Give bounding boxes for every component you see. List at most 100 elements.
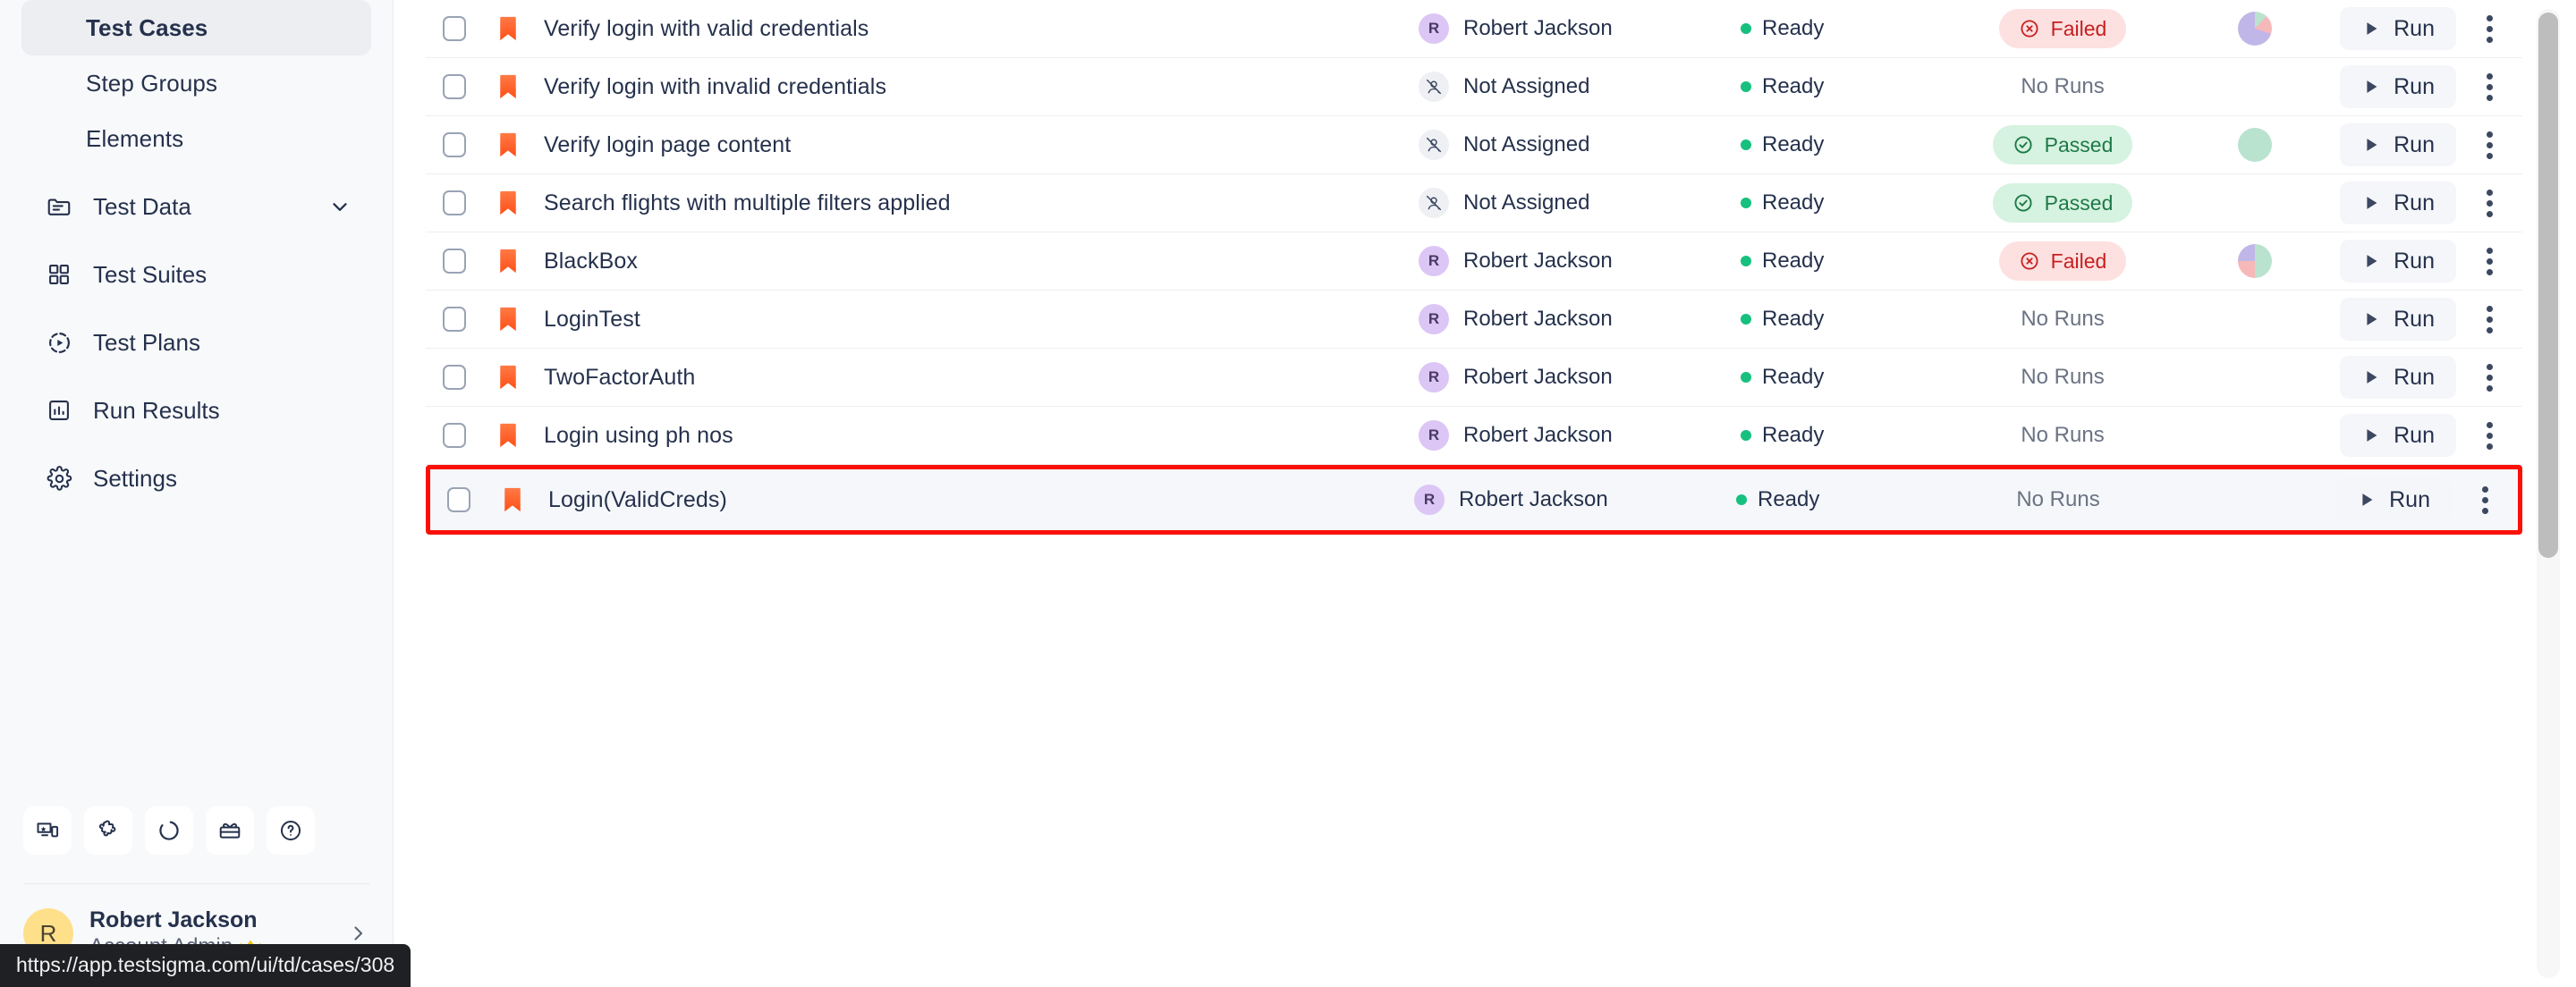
assignee-cell[interactable]: R Robert Jackson: [1419, 420, 1741, 451]
bookmark-flag-icon[interactable]: [483, 306, 533, 333]
run-button[interactable]: Run: [2340, 298, 2456, 341]
sidebar-item-step-groups[interactable]: Step Groups: [21, 55, 371, 111]
help-question-icon-button[interactable]: [267, 806, 315, 855]
run-button[interactable]: Run: [2340, 356, 2456, 399]
table-row[interactable]: Verify login with valid credentials R Robe…: [426, 0, 2522, 58]
gift-icon-button[interactable]: [206, 806, 254, 855]
test-case-name[interactable]: Search flights with multiple filters app…: [533, 190, 1419, 216]
progress-circle-icon-button[interactable]: [145, 806, 193, 855]
sidebar-item-test-suites[interactable]: Test Suites: [21, 247, 371, 302]
row-checkbox[interactable]: [443, 74, 466, 99]
sidebar-item-test-cases[interactable]: Test Cases: [21, 0, 371, 55]
assignee-cell[interactable]: Not Assigned: [1419, 188, 1741, 218]
sidebar-item-elements[interactable]: Elements: [21, 111, 371, 166]
run-button[interactable]: Run: [2335, 478, 2452, 521]
table-row[interactable]: Search flights with multiple filters app…: [426, 174, 2522, 232]
run-button[interactable]: Run: [2340, 181, 2456, 224]
table-row[interactable]: LoginTest R Robert Jackson Ready No Runs Run: [426, 291, 2522, 349]
table-row[interactable]: TwoFactorAuth R Robert Jackson Ready No Runs…: [426, 349, 2522, 407]
play-icon: [2361, 367, 2381, 387]
row-checkbox[interactable]: [443, 16, 466, 41]
row-checkbox[interactable]: [443, 249, 466, 274]
row-more-menu-button[interactable]: [2456, 363, 2522, 392]
status-cell[interactable]: Ready: [1741, 132, 1928, 157]
status-cell[interactable]: Ready: [1741, 423, 1928, 448]
bookmark-flag-icon[interactable]: [483, 422, 533, 449]
row-checkbox[interactable]: [447, 487, 470, 512]
app-root: Test Cases Step Groups Elements Test Dat…: [0, 0, 2576, 987]
row-checkbox[interactable]: [443, 365, 466, 390]
table-row[interactable]: Login(ValidCreds) R Robert Jackson Ready No …: [426, 465, 2522, 535]
assignee-cell[interactable]: Not Assigned: [1419, 130, 1741, 160]
bookmark-flag-icon[interactable]: [483, 364, 533, 391]
status-dot: [1741, 23, 1751, 34]
bookmark-flag-icon[interactable]: [483, 131, 533, 158]
bookmark-flag-icon[interactable]: [483, 248, 533, 274]
row-checkbox[interactable]: [443, 423, 466, 448]
status-cell[interactable]: Ready: [1736, 487, 1924, 512]
assignee-cell[interactable]: R Robert Jackson: [1419, 304, 1741, 334]
table-row[interactable]: Verify login page content Not Assigned Rea…: [426, 116, 2522, 174]
assignee-cell[interactable]: R Robert Jackson: [1419, 362, 1741, 392]
test-case-name[interactable]: Login(ValidCreds): [538, 487, 1414, 513]
sidebar-item-label: Settings: [93, 464, 177, 492]
table-row[interactable]: BlackBox R Robert Jackson Ready Failed Run: [426, 232, 2522, 291]
row-more-menu-button[interactable]: [2456, 72, 2522, 101]
test-case-name[interactable]: Verify login with valid credentials: [533, 16, 1419, 42]
assignee-cell[interactable]: R Robert Jackson: [1419, 13, 1741, 44]
sidebar-item-label: Test Cases: [86, 13, 208, 41]
puzzle-extension-icon-button[interactable]: [84, 806, 132, 855]
run-button[interactable]: Run: [2340, 65, 2456, 108]
chevron-down-icon[interactable]: [328, 195, 352, 218]
test-case-name[interactable]: TwoFactorAuth: [533, 365, 1419, 391]
test-case-name[interactable]: Verify login page content: [533, 132, 1419, 158]
status-cell[interactable]: Ready: [1741, 16, 1928, 41]
status-dot: [1741, 198, 1751, 208]
table-row[interactable]: Login using ph nos R Robert Jackson Ready No…: [426, 407, 2522, 465]
play-icon: [2361, 19, 2381, 38]
test-case-name[interactable]: LoginTest: [533, 307, 1419, 333]
scrollbar-thumb[interactable]: [2538, 13, 2558, 558]
test-case-name[interactable]: BlackBox: [533, 249, 1419, 274]
bookmark-flag-icon[interactable]: [483, 15, 533, 42]
row-checkbox[interactable]: [443, 132, 466, 157]
row-more-menu-button[interactable]: [2456, 131, 2522, 159]
run-button[interactable]: Run: [2340, 240, 2456, 283]
row-checkbox[interactable]: [443, 190, 466, 215]
row-more-menu-button[interactable]: [2456, 189, 2522, 217]
chevron-right-icon[interactable]: [346, 922, 369, 945]
row-checkbox[interactable]: [443, 307, 466, 332]
run-cell: Run: [2309, 478, 2452, 521]
row-more-menu-button[interactable]: [2452, 485, 2518, 514]
device-lab-icon-button[interactable]: [23, 806, 72, 855]
sidebar-item-run-results[interactable]: Run Results: [21, 383, 371, 438]
bookmark-flag-icon[interactable]: [487, 486, 538, 513]
run-button[interactable]: Run: [2340, 7, 2456, 50]
row-more-menu-button[interactable]: [2456, 421, 2522, 450]
assignee-cell[interactable]: R Robert Jackson: [1419, 246, 1741, 276]
sidebar-item-test-data[interactable]: Test Data: [21, 179, 371, 234]
run-button[interactable]: Run: [2340, 414, 2456, 457]
assignee-cell[interactable]: Not Assigned: [1419, 72, 1741, 102]
assignee-cell[interactable]: R Robert Jackson: [1414, 485, 1736, 515]
table-row[interactable]: Verify login with invalid credentials Not…: [426, 58, 2522, 116]
status-cell[interactable]: Ready: [1741, 365, 1928, 390]
test-case-name[interactable]: Login using ph nos: [533, 423, 1419, 449]
bookmark-flag-icon[interactable]: [483, 73, 533, 100]
status-cell[interactable]: Ready: [1741, 307, 1928, 332]
row-more-menu-button[interactable]: [2456, 247, 2522, 275]
status-cell[interactable]: Ready: [1741, 74, 1928, 99]
sidebar-item-test-plans[interactable]: Test Plans: [21, 315, 371, 370]
row-more-menu-button[interactable]: [2456, 305, 2522, 333]
more-vertical-icon: [2486, 131, 2493, 159]
run-button[interactable]: Run: [2340, 123, 2456, 166]
status-cell[interactable]: Ready: [1741, 249, 1928, 274]
row-more-menu-button[interactable]: [2456, 14, 2522, 43]
test-case-name[interactable]: Verify login with invalid credentials: [533, 74, 1419, 100]
run-distribution-chart-cell: [2197, 128, 2313, 162]
more-vertical-icon: [2486, 189, 2493, 217]
passed-icon: [2012, 134, 2034, 156]
status-cell[interactable]: Ready: [1741, 190, 1928, 215]
sidebar-item-settings[interactable]: Settings: [21, 451, 371, 506]
bookmark-flag-icon[interactable]: [483, 190, 533, 216]
